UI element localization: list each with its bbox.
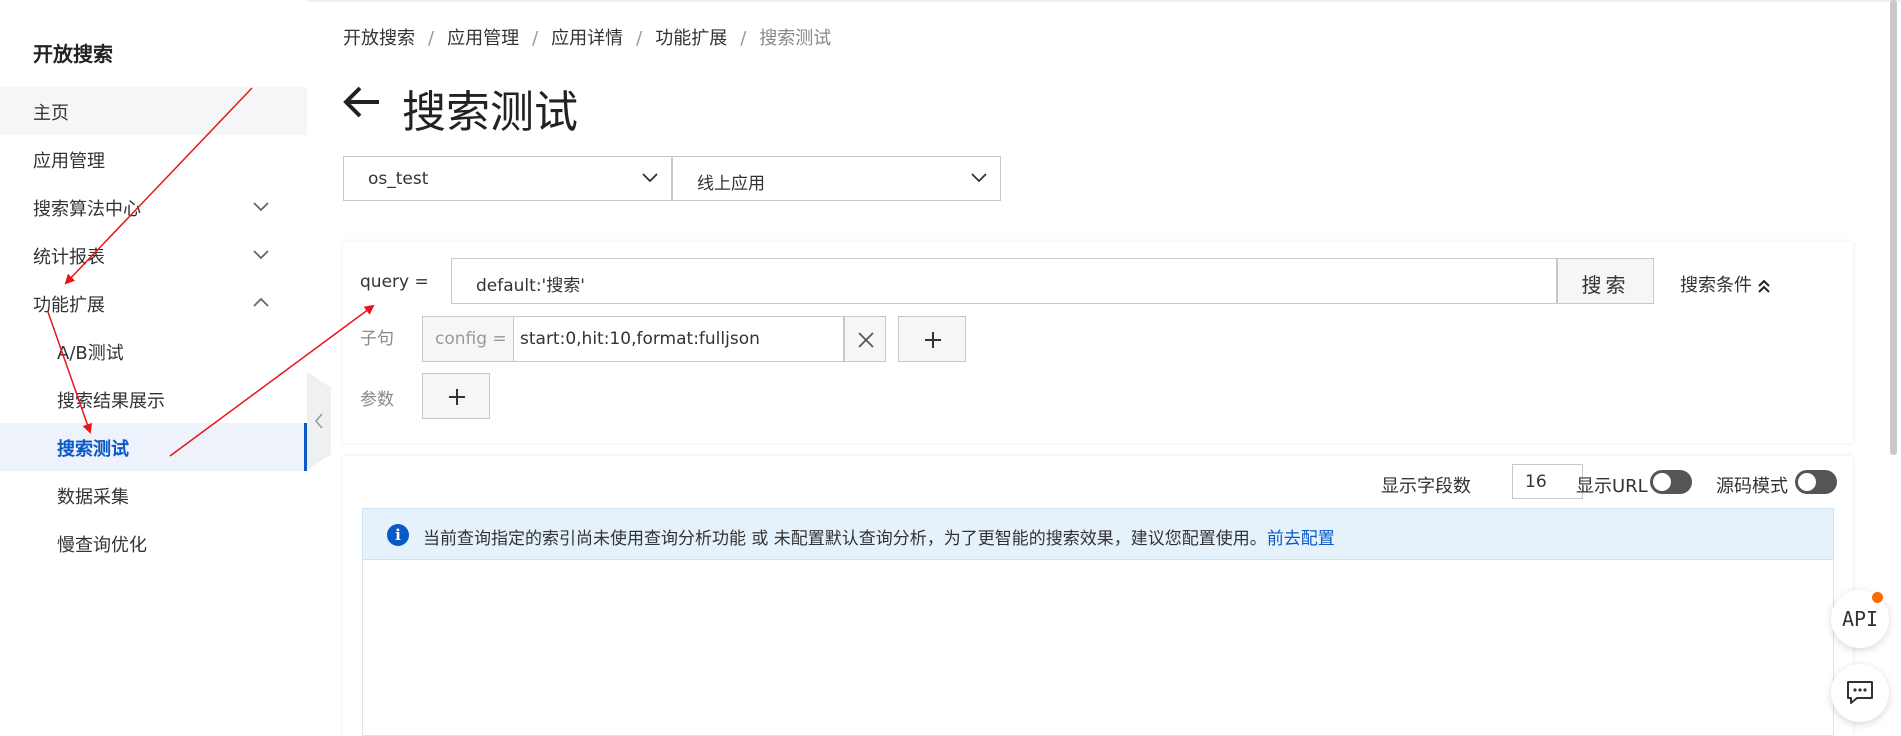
params-label: 参数 — [360, 390, 394, 410]
info-alert: i 当前查询指定的索引尚未使用查询分析功能 或 未配置默认查询分析，为了更智能的… — [362, 508, 1834, 560]
add-clause-button[interactable] — [898, 316, 966, 362]
results-area — [362, 560, 1834, 736]
add-param-button[interactable] — [422, 373, 490, 419]
sidebar-item-extensions[interactable]: 功能扩展 — [0, 279, 307, 327]
sidebar-item-label: 主页 — [33, 103, 69, 124]
breadcrumb-item[interactable]: 功能扩展 — [655, 28, 727, 49]
chevron-left-icon — [314, 413, 323, 429]
chevron-down-icon — [971, 173, 987, 183]
info-icon: i — [387, 524, 409, 546]
config-prefix: config = — [422, 316, 514, 362]
double-chevron-up-icon — [1758, 279, 1770, 293]
api-icon: API — [1841, 607, 1879, 631]
sidebar-item-algorithm-center[interactable]: 搜索算法中心 — [0, 183, 307, 231]
sidebar-item-slow-query[interactable]: 慢查询优化 — [0, 519, 307, 567]
sidebar-item-label: 数据采集 — [57, 487, 129, 508]
search-conditions-label: 搜索条件 — [1680, 275, 1752, 296]
config-input-value: start:0,hit:10,format:fulljson — [520, 329, 760, 349]
page-title: 搜索测试 — [402, 87, 578, 138]
sidebar-collapse-handle[interactable] — [307, 372, 331, 470]
app-select[interactable]: os_test — [343, 156, 672, 201]
chevron-down-icon — [253, 250, 269, 260]
sidebar-item-label: 应用管理 — [33, 151, 105, 172]
app-select-value: os_test — [368, 169, 429, 189]
sidebar-brand: 开放搜索 — [33, 42, 113, 66]
query-label: query = — [360, 272, 429, 292]
sidebar-item-statistics[interactable]: 统计报表 — [0, 231, 307, 279]
chevron-down-icon — [253, 202, 269, 212]
plus-icon — [449, 389, 465, 405]
active-indicator — [304, 423, 307, 471]
field-count-input[interactable]: 16 — [1512, 464, 1583, 499]
sidebar-item-label: 搜索算法中心 — [33, 199, 141, 220]
breadcrumb: 开放搜索 / 应用管理 / 应用详情 / 功能扩展 / 搜索测试 — [343, 28, 832, 49]
search-conditions-toggle[interactable]: 搜索条件 — [1680, 271, 1772, 297]
configure-link[interactable]: 前去配置 — [1267, 529, 1335, 549]
config-input[interactable]: start:0,hit:10,format:fulljson — [514, 316, 844, 362]
breadcrumb-item[interactable]: 应用管理 — [447, 28, 519, 49]
sidebar-item-label: 搜索结果展示 — [57, 391, 165, 412]
sidebar-item-label: A/B测试 — [57, 343, 124, 364]
sidebar-item-search-test[interactable]: 搜索测试 — [0, 423, 307, 471]
sidebar-item-label: 功能扩展 — [33, 295, 105, 316]
top-border — [307, 0, 1901, 2]
alert-text: 当前查询指定的索引尚未使用查询分析功能 或 未配置默认查询分析，为了更智能的搜索… — [423, 529, 1267, 549]
chat-icon — [1847, 681, 1873, 704]
sidebar-item-result-display[interactable]: 搜索结果展示 — [0, 375, 307, 423]
breadcrumb-current: 搜索测试 — [759, 28, 832, 49]
sidebar-item-label: 统计报表 — [33, 247, 105, 268]
chat-button[interactable] — [1831, 664, 1889, 722]
remove-clause-button[interactable] — [844, 316, 886, 362]
config-prefix-text: config = — [435, 329, 507, 349]
alert-message: 当前查询指定的索引尚未使用查询分析功能 或 未配置默认查询分析，为了更智能的搜索… — [423, 524, 1335, 549]
sidebar-item-label: 慢查询优化 — [57, 535, 147, 556]
query-input[interactable]: default:'搜索' — [451, 258, 1557, 304]
close-icon — [858, 332, 874, 348]
search-button[interactable]: 搜索 — [1557, 258, 1654, 304]
api-button[interactable]: API — [1831, 590, 1889, 648]
page-scrollbar[interactable] — [1890, 0, 1897, 455]
source-mode-toggle[interactable] — [1795, 470, 1837, 494]
breadcrumb-item[interactable]: 应用详情 — [551, 28, 623, 49]
chevron-down-icon — [642, 173, 658, 183]
clause-label: 子句 — [360, 329, 394, 349]
toggle-knob — [1798, 473, 1816, 491]
sidebar-item-data-collection[interactable]: 数据采集 — [0, 471, 307, 519]
show-url-toggle[interactable] — [1650, 470, 1692, 494]
sidebar-item-ab-test[interactable]: A/B测试 — [0, 327, 307, 375]
version-select-value: 线上应用 — [697, 174, 765, 194]
toggle-knob — [1653, 473, 1671, 491]
query-input-value: default:'搜索' — [476, 276, 585, 296]
plus-icon — [925, 332, 941, 348]
source-mode-label: 源码模式 — [1716, 476, 1788, 497]
show-url-label: 显示URL — [1576, 476, 1648, 497]
sidebar-item-app-management[interactable]: 应用管理 — [0, 135, 307, 183]
chevron-up-icon — [253, 297, 269, 307]
sidebar-item-home[interactable]: 主页 — [0, 87, 307, 135]
field-count-value: 16 — [1525, 472, 1547, 492]
version-select[interactable]: 线上应用 — [672, 156, 1001, 201]
field-count-label: 显示字段数 — [1381, 476, 1471, 497]
breadcrumb-item[interactable]: 开放搜索 — [343, 28, 415, 49]
sidebar-item-label: 搜索测试 — [57, 439, 129, 460]
back-arrow-icon[interactable] — [343, 85, 381, 119]
search-button-label: 搜索 — [1581, 273, 1630, 297]
notification-dot — [1872, 592, 1883, 603]
